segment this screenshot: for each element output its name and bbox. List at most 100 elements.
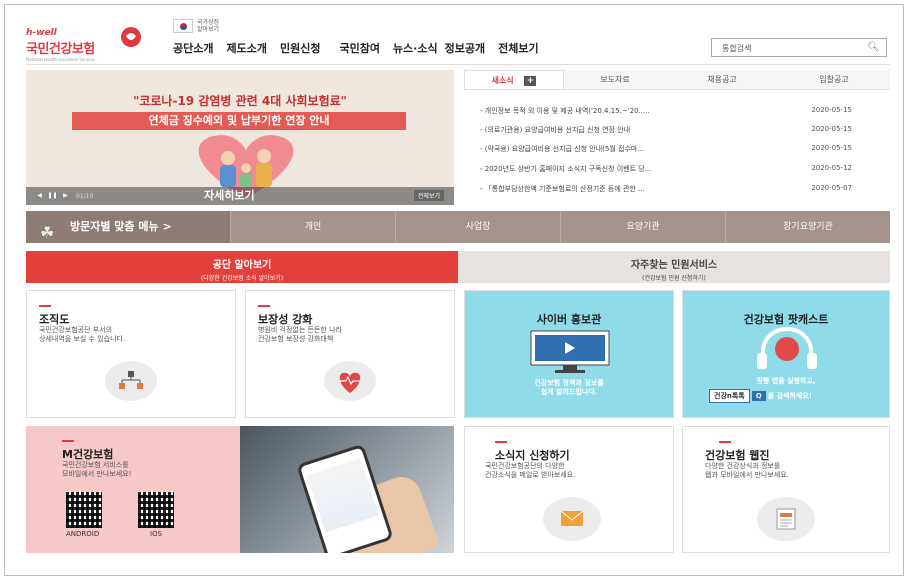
ios-label: IOS bbox=[150, 530, 163, 538]
nav-system[interactable]: 제도소개 bbox=[226, 40, 266, 56]
mobile-app-photo bbox=[240, 426, 454, 553]
nav-all[interactable]: 전체보기 bbox=[498, 40, 538, 56]
tab-civil-services[interactable]: 자주찾는 민원서비스 (건강보험 민원 신청하기) bbox=[458, 251, 890, 283]
org-chart-icon bbox=[105, 361, 157, 401]
site-logo[interactable]: h-well 국민건강보험 National Health Insurance … bbox=[26, 28, 95, 62]
search-placeholder: 통합검색 bbox=[722, 44, 752, 53]
banner-band: 연체금 징수예외 및 납부기한 연장 안내 bbox=[72, 112, 406, 130]
card-accent bbox=[719, 441, 731, 443]
news-item-title: - (약국용) 요양급여비용 선지급 신청 안내(5월 접수마... bbox=[480, 145, 644, 153]
news-item[interactable]: - 「통합부담상한액 기준보험료의 산정기준 등에 관한 ... 2020-05-… bbox=[480, 184, 880, 194]
card-desc: 국민건강보험공단 부서의 상세내역을 보실 수 있습니다. bbox=[39, 326, 126, 343]
webzine-icon bbox=[757, 497, 815, 541]
visitor-menu-individual[interactable]: 개인 bbox=[230, 211, 395, 243]
podcast-card[interactable]: 건강보험 팟캐스트 팟빵 앱을 실행하고, 건강n톡톡 Q 을 검색하세요! bbox=[682, 290, 890, 418]
news-item-date: 2020-05-15 bbox=[811, 144, 852, 152]
tab-news[interactable]: 새소식 + bbox=[464, 70, 564, 89]
news-item[interactable]: - (의료기관용) 요양급여비용 선지급 신청 연장 안내 2020-05-15 bbox=[480, 125, 880, 135]
visitor-menu-label: 방문자별 맞춤 메뉴 > bbox=[70, 220, 172, 233]
android-label: ANDROID bbox=[66, 530, 100, 538]
card-title: 건강보험 팟캐스트 bbox=[743, 313, 829, 326]
nav-participation[interactable]: 국민참여 bbox=[339, 40, 379, 56]
nav-info[interactable]: 정보공개 bbox=[445, 40, 485, 56]
logo-tagline: h-well bbox=[26, 28, 57, 38]
mail-icon bbox=[543, 497, 601, 541]
tab-about-nhis[interactable]: 공단 알아보기 (다양한 건강보험 소식 알아보기) bbox=[26, 251, 458, 283]
nav-civil[interactable]: 민원신청 bbox=[280, 40, 320, 56]
logo-subtitle: National Health Insurance Service bbox=[26, 57, 95, 62]
tab-bids[interactable]: 입찰공고 bbox=[778, 70, 890, 89]
podcast-search-hint: 건강n톡톡 Q 을 검색하세요! bbox=[709, 389, 812, 403]
mobile-nhis-card[interactable]: M건강보험 국민건강보험 서비스를 모바일에서 만나보세요! ANDROID I… bbox=[26, 426, 240, 553]
news-item[interactable]: - (약국용) 요양급여비용 선지급 신청 안내(5월 접수마... 2020-0… bbox=[480, 144, 880, 154]
nav-about[interactable]: 공단소개 bbox=[173, 40, 213, 56]
tab-about-subtitle: (다양한 건강보험 소식 알아보기) bbox=[200, 275, 284, 282]
more-plus-icon[interactable]: + bbox=[524, 75, 537, 86]
main-banner[interactable]: "코로나-19 감염병 관련 4대 사회보험료" 연체금 징수예외 및 납부기한… bbox=[26, 70, 454, 205]
card-desc: 건강보험 정책과 정보를 쉽게 알려드립니다. bbox=[534, 379, 604, 396]
webzine-card[interactable]: 건강보험 웹진 다양한 건강상식과 정보를 웹과 모바일에서 만나보세요. bbox=[682, 426, 890, 553]
news-item-date: 2020-05-07 bbox=[811, 184, 852, 192]
prev-icon[interactable]: ◀ bbox=[34, 191, 45, 201]
tab-jobs[interactable]: 채용공고 bbox=[666, 70, 778, 89]
next-icon[interactable]: ▶ bbox=[60, 191, 71, 201]
news-item-title: - 「통합부담상한액 기준보험료의 산정기준 등에 관한 ... bbox=[480, 185, 645, 193]
ios-qr-code[interactable] bbox=[138, 492, 174, 528]
banner-pager: 01/10 bbox=[76, 193, 94, 200]
visitor-menu-workplace[interactable]: 사업장 bbox=[395, 211, 560, 243]
news-item-date: 2020-05-12 bbox=[811, 164, 852, 172]
news-item-title: - 개인정보 목적 외 이용 및 제공 내역('20.4.15.~'20....… bbox=[480, 107, 650, 115]
monitor-icon bbox=[530, 330, 610, 373]
news-item-title: - (의료기관용) 요양급여비용 선지급 신청 연장 안내 bbox=[480, 126, 631, 134]
news-item-date: 2020-05-15 bbox=[811, 125, 852, 133]
card-accent bbox=[495, 441, 507, 443]
banner-view-all-button[interactable]: 전체보기 bbox=[413, 190, 444, 201]
news-item-date: 2020-05-15 bbox=[811, 106, 852, 114]
card-desc: 병원비 걱정없는 든든한 나라 건강보험 보장성 강화대책 bbox=[258, 326, 342, 343]
card-accent bbox=[258, 305, 270, 307]
visitor-menu-title[interactable]: ☘ 방문자별 맞춤 메뉴 > bbox=[26, 211, 230, 243]
podcast-search-suffix: 을 검색하세요! bbox=[767, 392, 812, 400]
visitor-menu-care-institution[interactable]: 요양기관 bbox=[560, 211, 725, 243]
card-title: M건강보험 bbox=[62, 448, 114, 461]
card-accent bbox=[39, 305, 51, 307]
cyber-pr-card[interactable]: 사이버 홍보관 건강보험 정책과 정보를 쉽게 알려드립니다. bbox=[464, 290, 674, 418]
card-title: 건강보험 웹진 bbox=[705, 449, 770, 462]
logo-title: 국민건강보험 bbox=[26, 42, 95, 57]
org-chart-card[interactable]: 조직도 국민건강보험공단 부서의 상세내역을 보실 수 있습니다. bbox=[26, 290, 236, 418]
nav-news[interactable]: 뉴스·소식 bbox=[393, 40, 438, 56]
search-icon[interactable]: 🔍︎ bbox=[867, 42, 880, 53]
news-item[interactable]: - 2020년도 상반기 홈페이지 소식지 구독신청 이벤트 당... 2020-… bbox=[480, 164, 880, 174]
coverage-card[interactable]: 보장성 강화 병원비 걱정없는 든든한 나라 건강보험 보장성 강화대책 bbox=[245, 290, 455, 418]
gov-text-line1: 국가상징 bbox=[197, 19, 220, 26]
tab-about-title: 공단 알아보기 bbox=[212, 260, 272, 271]
podcast-search-button[interactable]: Q bbox=[751, 391, 766, 401]
tab-press[interactable]: 보도자료 bbox=[564, 70, 666, 89]
tab-civil-title: 자주찾는 민원서비스 bbox=[630, 260, 718, 271]
visitor-menu-longterm-care[interactable]: 장기요양기관 bbox=[725, 211, 890, 243]
tab-news-label: 새소식 bbox=[491, 76, 514, 85]
card-desc: 국민건강보험공단의 다양한 건강소식을 메일로 받아보세요. bbox=[485, 462, 576, 479]
news-tabs: 새소식 + 보도자료 채용공고 입찰공고 bbox=[464, 70, 890, 90]
card-title: 소식지 신청하기 bbox=[495, 449, 570, 462]
search-input[interactable]: 통합검색 🔍︎ bbox=[711, 38, 887, 57]
smartphone-image bbox=[296, 443, 394, 553]
podcast-search-box[interactable]: 건강n톡톡 bbox=[709, 389, 750, 403]
korean-flag-icon bbox=[173, 19, 193, 33]
headphones-icon bbox=[757, 327, 817, 369]
card-title: 사이버 홍보관 bbox=[536, 313, 602, 326]
card-accent bbox=[62, 440, 74, 442]
heart-logo-icon bbox=[121, 27, 141, 47]
gov-text-line2: 알아보기 bbox=[197, 26, 220, 33]
android-qr-code[interactable] bbox=[66, 492, 102, 528]
news-item-title: - 2020년도 상반기 홈페이지 소식지 구독신청 이벤트 당... bbox=[480, 165, 652, 173]
banner-detail-link[interactable]: 자세히보기 bbox=[204, 187, 255, 203]
newsletter-card[interactable]: 소식지 신청하기 국민건강보험공단의 다양한 건강소식을 메일로 받아보세요. bbox=[464, 426, 674, 553]
news-panel: 새소식 + 보도자료 채용공고 입찰공고 - 개인정보 목적 외 이용 및 제공… bbox=[464, 70, 890, 205]
pause-icon[interactable]: ❚❚ bbox=[47, 191, 58, 201]
sprout-icon: ☘ bbox=[40, 223, 55, 242]
national-symbol-link[interactable]: 국가상징 알아보기 bbox=[173, 19, 219, 33]
visitor-menu: ☘ 방문자별 맞춤 메뉴 > 개인 사업장 요양기관 장기요양기관 bbox=[26, 211, 890, 243]
banner-controls: ◀ ❚❚ ▶ bbox=[34, 191, 71, 201]
news-item[interactable]: - 개인정보 목적 외 이용 및 제공 내역('20.4.15.~'20....… bbox=[480, 106, 880, 116]
